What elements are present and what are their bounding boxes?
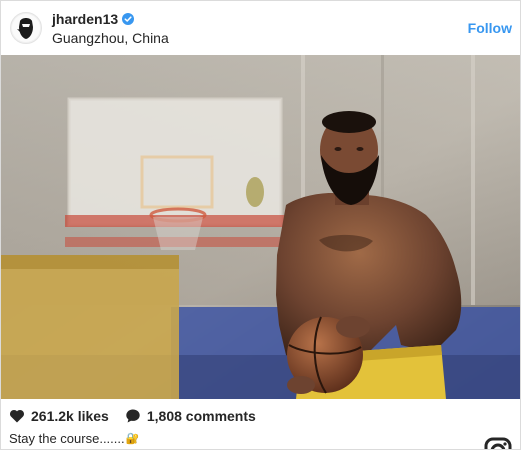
heart-icon[interactable] (9, 408, 25, 424)
post-card: jharden13 Guangzhou, China Follow 261.2k… (0, 0, 521, 450)
post-photo-image (1, 55, 520, 399)
avatar[interactable] (10, 12, 42, 44)
user-block: jharden13 Guangzhou, China (52, 11, 169, 46)
post-photo[interactable] (1, 55, 520, 399)
location-label[interactable]: Guangzhou, China (52, 30, 169, 46)
user-row: jharden13 (52, 11, 169, 27)
caption-emoji: 🔐 (125, 433, 140, 445)
instagram-icon[interactable] (484, 437, 512, 450)
post-header: jharden13 Guangzhou, China Follow (1, 1, 520, 55)
follow-button[interactable]: Follow (468, 20, 512, 36)
username[interactable]: jharden13 (52, 11, 118, 27)
comment-icon[interactable] (125, 408, 141, 424)
caption-text: Stay the course....... (9, 431, 125, 446)
comments-group: 1,808 comments (125, 408, 256, 424)
likes-count[interactable]: 261.2k likes (31, 408, 109, 424)
actions-bar: 261.2k likes 1,808 comments (9, 405, 256, 427)
caption: Stay the course....... 🔐 (9, 431, 139, 446)
comments-count[interactable]: 1,808 comments (147, 408, 256, 424)
beard-logo-icon (12, 14, 40, 42)
verified-badge-icon (122, 12, 135, 25)
